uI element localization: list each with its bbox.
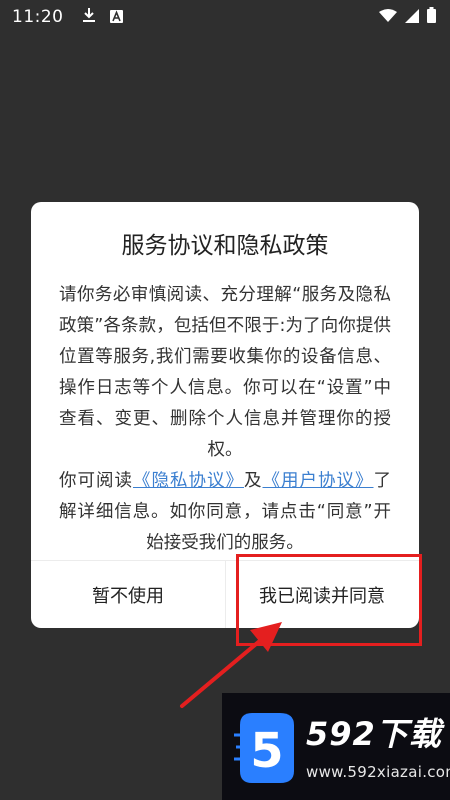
status-right-icons <box>379 7 436 27</box>
status-left-icons <box>82 7 123 27</box>
signal-icon <box>405 8 419 27</box>
battery-icon <box>427 7 436 27</box>
watermark-brand: 592下载 <box>306 715 442 753</box>
dialog-title: 服务协议和隐私政策 <box>121 233 329 259</box>
watermark-logo-icon: 5 <box>234 705 300 795</box>
watermark-logo-digit: 5 <box>250 723 283 779</box>
status-time: 11:20 <box>12 7 64 27</box>
user-agreement-link[interactable]: 《用户协议》 <box>263 471 374 491</box>
p2-prefix: 你可阅读 <box>59 471 133 491</box>
dialog-paragraph-1: 请你务必审慎阅读、充分理解“服务及隐私政策”各条款，包括但不限于:为了向你提供位… <box>59 285 391 460</box>
watermark-url: www.592xiazai.com <box>306 763 450 781</box>
status-bar: 11:20 <box>0 0 450 34</box>
privacy-agreement-link[interactable]: 《隐私协议》 <box>133 471 244 491</box>
download-icon <box>82 7 96 27</box>
p2-and: 及 <box>244 471 263 491</box>
a-badge-icon <box>109 8 123 27</box>
dialog-body: 请你务必审慎阅读、充分理解“服务及隐私政策”各条款，包括但不限于:为了向你提供位… <box>59 280 391 559</box>
dialog-paragraph-2: 你可阅读《隐私协议》及《用户协议》了解详细信息。如你同意，请点击“同意”开始接受… <box>59 466 391 559</box>
wifi-icon <box>379 8 397 27</box>
watermark-592xiazai: 5 592下载 www.592xiazai.com <box>222 693 450 800</box>
